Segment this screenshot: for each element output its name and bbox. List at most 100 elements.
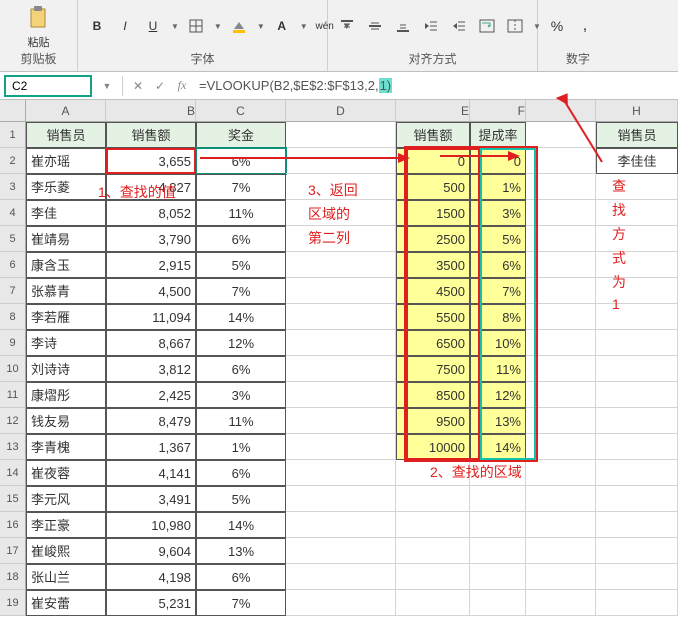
cell[interactable]: [396, 460, 470, 486]
cell[interactable]: 4,500: [106, 278, 196, 304]
cell[interactable]: 李佳: [26, 200, 106, 226]
cell[interactable]: 5,231: [106, 590, 196, 616]
col-header[interactable]: F: [470, 100, 526, 121]
cell[interactable]: [396, 486, 470, 512]
cell[interactable]: 4,198: [106, 564, 196, 590]
fill-color-button[interactable]: [228, 15, 250, 37]
row-header[interactable]: 16: [0, 512, 26, 538]
cell[interactable]: 9,604: [106, 538, 196, 564]
cell[interactable]: 崔峻熙: [26, 538, 106, 564]
cell[interactable]: [526, 226, 596, 252]
cell[interactable]: 康含玉: [26, 252, 106, 278]
cell[interactable]: [596, 538, 678, 564]
cell[interactable]: 7%: [196, 278, 286, 304]
row-header[interactable]: 19: [0, 590, 26, 616]
cell[interactable]: 钱友易: [26, 408, 106, 434]
cell[interactable]: [526, 486, 596, 512]
cell[interactable]: [596, 590, 678, 616]
col-header[interactable]: C: [196, 100, 286, 121]
cell[interactable]: 张慕青: [26, 278, 106, 304]
cell[interactable]: [596, 278, 678, 304]
row-header[interactable]: 10: [0, 356, 26, 382]
cell[interactable]: [526, 512, 596, 538]
spreadsheet-grid[interactable]: 1、查找的值 3、返回 区域的 第二列 2、查找的区域 查 找 方 式 为 1 …: [0, 122, 678, 616]
cell[interactable]: [286, 408, 396, 434]
cell[interactable]: 500: [396, 174, 470, 200]
cell[interactable]: 6%: [196, 148, 286, 174]
accept-icon[interactable]: ✓: [149, 75, 171, 97]
cell[interactable]: [286, 278, 396, 304]
cell[interactable]: [286, 564, 396, 590]
cell[interactable]: 2500: [396, 226, 470, 252]
comma-button[interactable]: ,: [574, 15, 596, 37]
cell[interactable]: [596, 252, 678, 278]
cell[interactable]: [286, 200, 396, 226]
cell[interactable]: 崔靖易: [26, 226, 106, 252]
row-header[interactable]: 17: [0, 538, 26, 564]
cell[interactable]: [470, 512, 526, 538]
percent-button[interactable]: %: [546, 15, 568, 37]
cell[interactable]: [596, 226, 678, 252]
cell[interactable]: [526, 564, 596, 590]
cell[interactable]: 4,141: [106, 460, 196, 486]
cell[interactable]: [470, 538, 526, 564]
header-cell[interactable]: 销售员: [596, 122, 678, 148]
cell[interactable]: 李诗: [26, 330, 106, 356]
col-header[interactable]: [526, 100, 596, 121]
cell[interactable]: 4,827: [106, 174, 196, 200]
cell[interactable]: [596, 174, 678, 200]
cell[interactable]: 6%: [196, 460, 286, 486]
cell[interactable]: 7%: [470, 278, 526, 304]
cell[interactable]: [526, 330, 596, 356]
col-header[interactable]: A: [26, 100, 106, 121]
row-header[interactable]: 5: [0, 226, 26, 252]
cell[interactable]: [596, 434, 678, 460]
cell[interactable]: [596, 564, 678, 590]
cell[interactable]: [596, 408, 678, 434]
wrap-text-button[interactable]: [476, 15, 498, 37]
col-header[interactable]: D: [286, 100, 396, 121]
cell[interactable]: [526, 460, 596, 486]
cell[interactable]: [396, 564, 470, 590]
row-header[interactable]: 18: [0, 564, 26, 590]
cell[interactable]: [286, 538, 396, 564]
cell[interactable]: 8%: [470, 304, 526, 330]
cell[interactable]: 12%: [196, 330, 286, 356]
cell[interactable]: [470, 564, 526, 590]
cell[interactable]: [286, 148, 396, 174]
cell[interactable]: 14%: [470, 434, 526, 460]
cell[interactable]: 2,915: [106, 252, 196, 278]
cell[interactable]: 8,667: [106, 330, 196, 356]
cell[interactable]: 8,052: [106, 200, 196, 226]
fx-icon[interactable]: fx: [171, 75, 193, 97]
cancel-icon[interactable]: ✕: [127, 75, 149, 97]
cell[interactable]: 8500: [396, 382, 470, 408]
cell[interactable]: 6500: [396, 330, 470, 356]
cell[interactable]: 3,790: [106, 226, 196, 252]
cell[interactable]: 7%: [196, 590, 286, 616]
cell[interactable]: [526, 538, 596, 564]
cell[interactable]: [596, 304, 678, 330]
cell[interactable]: 0: [470, 148, 526, 174]
cell[interactable]: [526, 174, 596, 200]
cell[interactable]: 12%: [470, 382, 526, 408]
cell[interactable]: 11%: [470, 356, 526, 382]
cell[interactable]: [396, 590, 470, 616]
header-cell[interactable]: 提成率: [470, 122, 526, 148]
cell[interactable]: 6%: [196, 564, 286, 590]
col-header[interactable]: H: [596, 100, 678, 121]
cell[interactable]: 1%: [470, 174, 526, 200]
cell[interactable]: 10000: [396, 434, 470, 460]
cell[interactable]: [286, 226, 396, 252]
cell[interactable]: [396, 538, 470, 564]
cell[interactable]: 1%: [196, 434, 286, 460]
cell[interactable]: [526, 278, 596, 304]
cell[interactable]: 李佳佳: [596, 148, 678, 174]
cell[interactable]: [470, 460, 526, 486]
cell[interactable]: 康熠彤: [26, 382, 106, 408]
align-bottom-button[interactable]: [392, 15, 414, 37]
header-cell[interactable]: 销售额: [396, 122, 470, 148]
cell[interactable]: [526, 408, 596, 434]
row-header[interactable]: 3: [0, 174, 26, 200]
cell[interactable]: 14%: [196, 304, 286, 330]
